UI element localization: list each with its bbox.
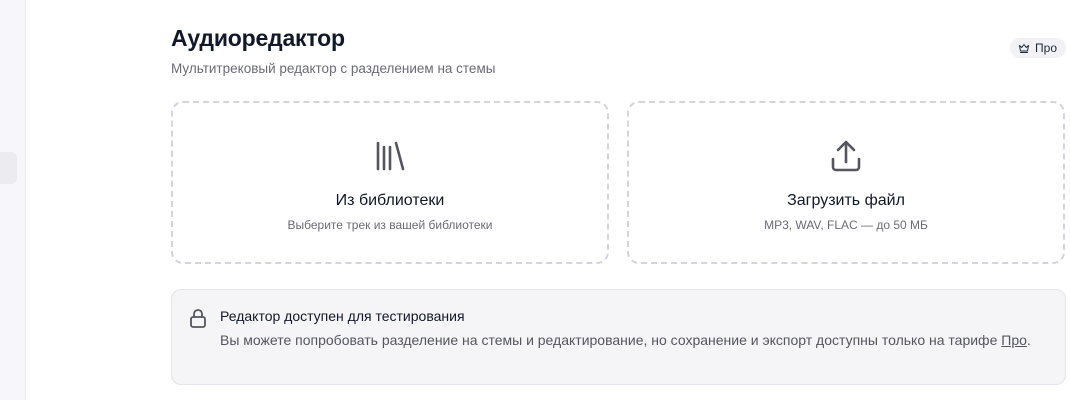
notice-text: Вы можете попробовать разделение на стем… xyxy=(220,330,1050,351)
pro-badge[interactable]: Про xyxy=(1010,38,1066,58)
page-header: Аудиоредактор Мультитрековый редактор с … xyxy=(171,24,1066,78)
page-title: Аудиоредактор xyxy=(171,25,345,51)
notice-text-before: Вы можете попробовать разделение на стем… xyxy=(220,332,1002,348)
upload-card[interactable]: Загрузить файл MP3, WAV, FLAC — до 50 МБ xyxy=(627,101,1065,264)
library-icon xyxy=(376,141,405,171)
testing-notice: Редактор доступен для тестирования Вы мо… xyxy=(171,289,1066,385)
notice-title: Редактор доступен для тестирования xyxy=(220,308,465,324)
upload-icon xyxy=(831,140,861,172)
upload-card-title: Загрузить файл xyxy=(787,192,905,209)
sidebar-toggle-handle[interactable] xyxy=(0,152,17,184)
pro-plan-link[interactable]: Про xyxy=(1001,332,1027,348)
lock-icon xyxy=(190,309,206,328)
upload-card-description: MP3, WAV, FLAC — до 50 МБ xyxy=(764,218,928,232)
notice-text-after: . xyxy=(1026,332,1031,348)
library-card-title: Из библиотеки xyxy=(335,192,445,209)
library-card-description: Выберите трек из вашей библиотеки xyxy=(287,218,493,232)
library-card[interactable]: Из библиотеки Выберите трек из вашей биб… xyxy=(171,101,609,264)
page-subtitle: Мультитрековый редактор с разделением на… xyxy=(171,61,496,76)
crown-icon xyxy=(1019,44,1030,53)
sidebar xyxy=(0,0,26,400)
pro-badge-label: Про xyxy=(1035,41,1057,55)
